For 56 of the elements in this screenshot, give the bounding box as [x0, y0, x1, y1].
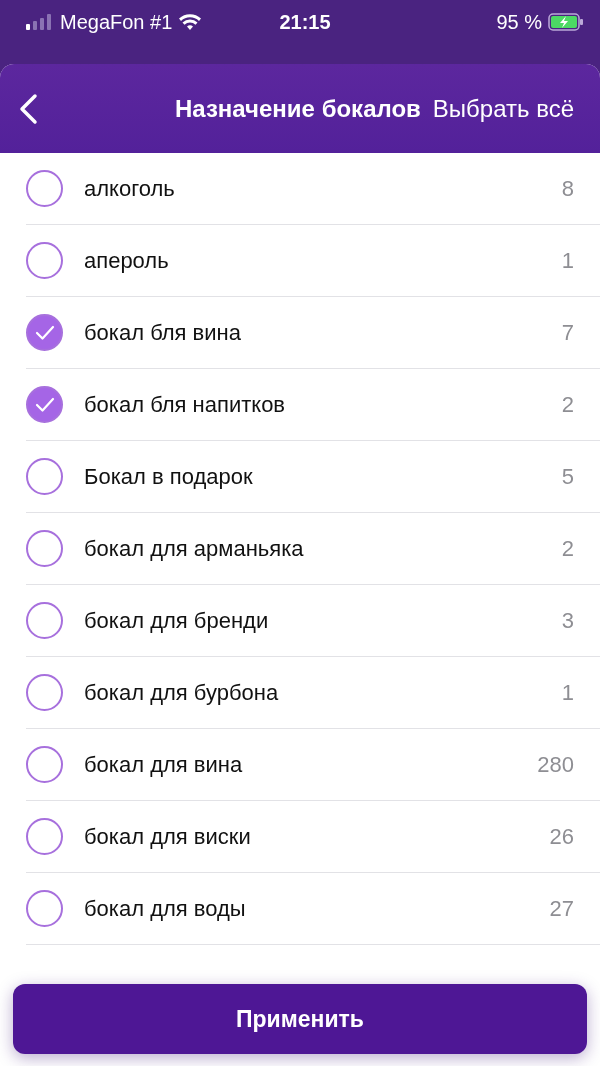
wifi-icon [178, 13, 203, 31]
clock-time: 21:15 [279, 10, 331, 34]
option-count: 1 [561, 247, 574, 274]
checkbox[interactable] [26, 242, 63, 279]
option-count: 1 [561, 679, 574, 706]
filter-option[interactable]: бокал для арманьяка 2 [26, 513, 600, 585]
checkbox[interactable] [26, 530, 63, 567]
option-label: бокал для бренди [84, 607, 270, 634]
option-label: алкоголь [84, 175, 176, 202]
option-label: бокал для воды [84, 895, 247, 922]
option-count: 26 [549, 823, 574, 850]
checkbox[interactable] [26, 674, 63, 711]
checkbox[interactable] [26, 170, 63, 207]
option-count: 280 [537, 751, 574, 778]
checkbox[interactable] [26, 746, 63, 783]
filter-option[interactable]: апероль 1 [26, 225, 600, 297]
checkmark-icon [34, 324, 55, 341]
option-label: бокал бля напитков [84, 391, 287, 418]
option-label: бокал для вина [84, 751, 244, 778]
back-icon [18, 92, 38, 125]
option-count: 3 [561, 607, 574, 634]
filter-option[interactable]: бокал для воды 27 [26, 873, 600, 945]
option-label: бокал для бурбона [84, 679, 280, 706]
option-count: 2 [561, 535, 574, 562]
checkbox[interactable] [26, 314, 63, 351]
option-count: 8 [561, 175, 574, 202]
option-label: бокал бля вина [84, 319, 242, 346]
filter-option[interactable]: алкоголь 8 [26, 153, 600, 225]
carrier-name: MegaFon #1 [60, 10, 173, 34]
battery-percent: 95 % [496, 10, 542, 34]
signal-icon [26, 14, 54, 30]
filter-option[interactable]: бокал для бренди 3 [26, 585, 600, 657]
checkmark-icon [34, 396, 55, 413]
filter-option[interactable]: Бокал в подарок 5 [26, 441, 600, 513]
checkbox[interactable] [26, 602, 63, 639]
option-count: 2 [561, 391, 574, 418]
checkbox[interactable] [26, 458, 63, 495]
option-count: 5 [561, 463, 574, 490]
filter-option[interactable]: бокал бля напитков 2 [26, 369, 600, 441]
filter-option[interactable]: бокал для виски 26 [26, 801, 600, 873]
checkbox[interactable] [26, 890, 63, 927]
option-label: Бокал в подарок [84, 463, 254, 490]
apply-button[interactable]: Применить [13, 984, 587, 1054]
filter-option[interactable]: бокал для бурбона 1 [26, 657, 600, 729]
select-all-button[interactable]: Выбрать всё [432, 94, 574, 123]
option-label: бокал для арманьяка [84, 535, 305, 562]
checkbox[interactable] [26, 386, 63, 423]
sheet-title: Назначение бокалов [173, 94, 421, 123]
option-count: 7 [561, 319, 574, 346]
option-label: апероль [84, 247, 170, 274]
option-count: 27 [549, 895, 574, 922]
battery-icon [548, 13, 584, 31]
filter-option[interactable]: бокал бля вина 7 [26, 297, 600, 369]
option-label: бокал для виски [84, 823, 252, 850]
checkbox[interactable] [26, 818, 63, 855]
filter-option[interactable]: бокал для вина 280 [26, 729, 600, 801]
